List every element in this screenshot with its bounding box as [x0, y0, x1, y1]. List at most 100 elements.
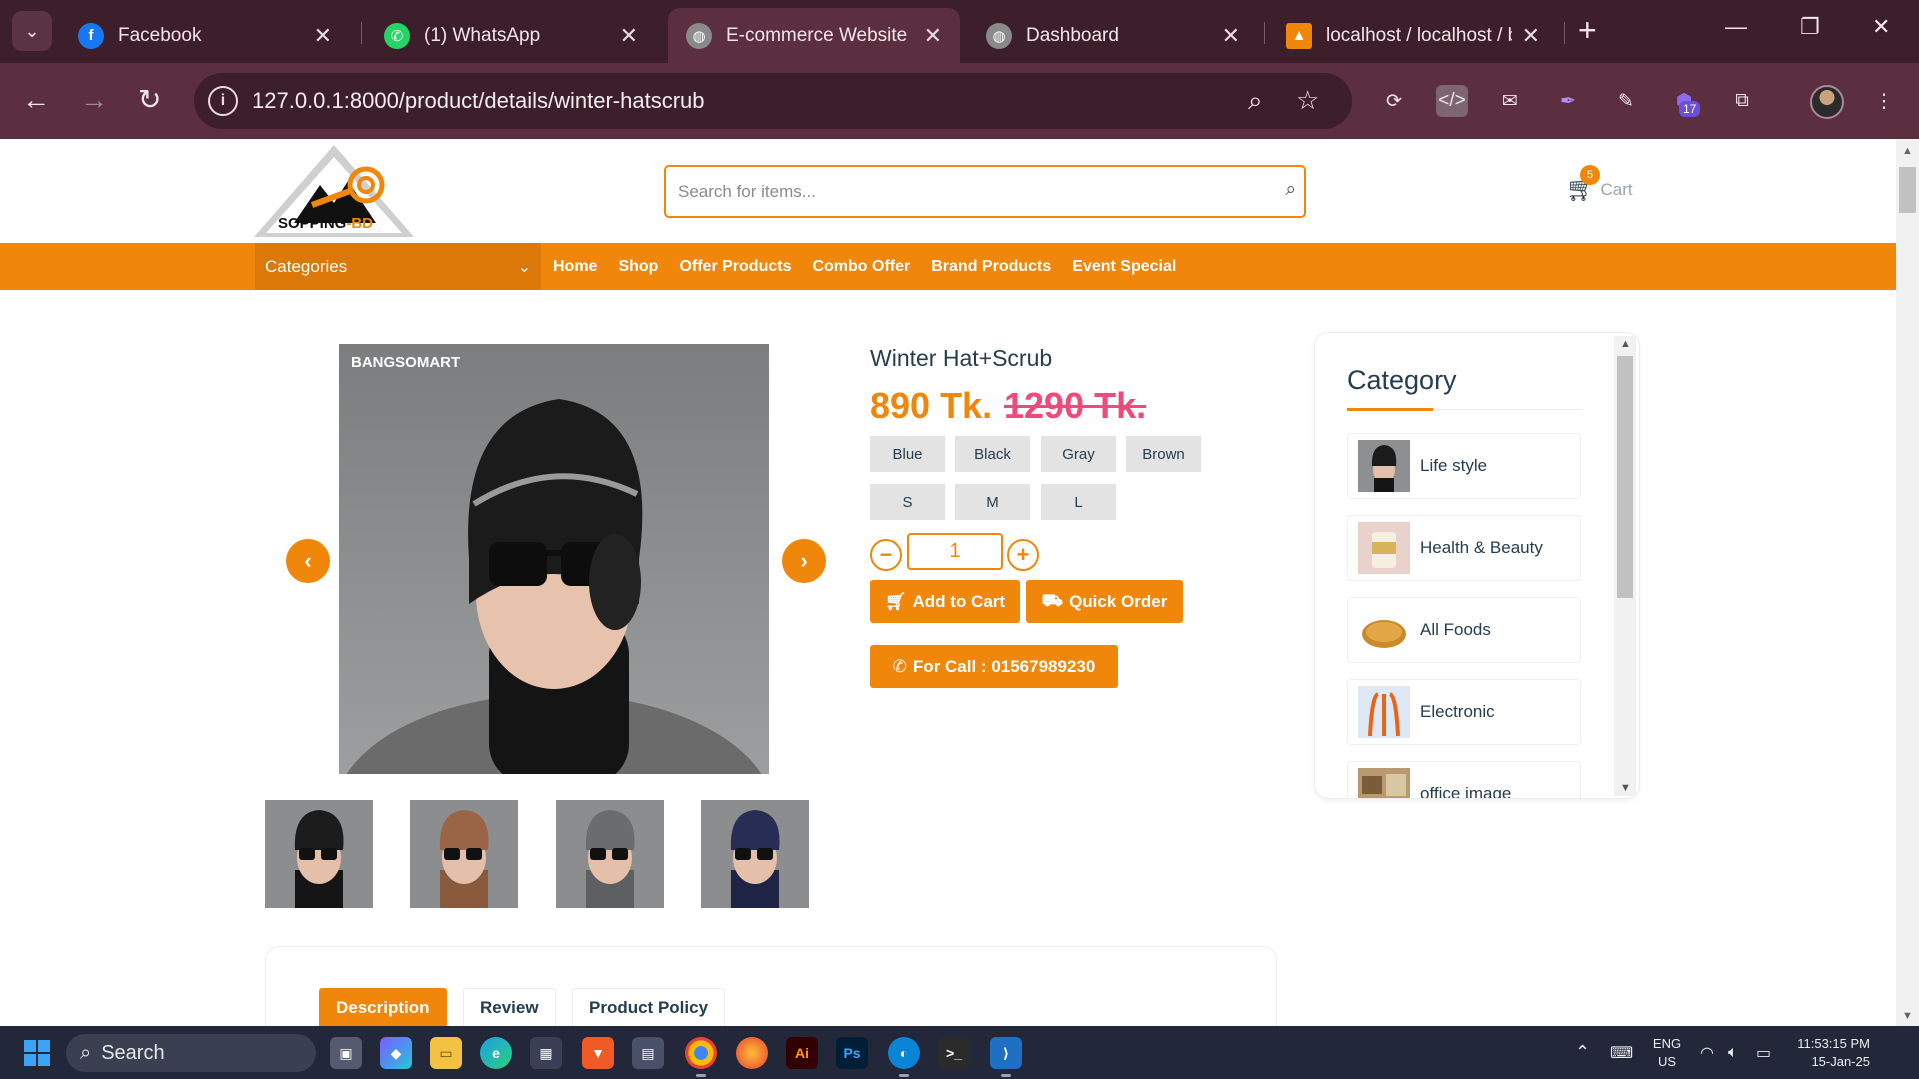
start-button[interactable]: [24, 1040, 50, 1066]
categories-dropdown[interactable]: Categories ⌄: [255, 243, 541, 290]
size-option-s[interactable]: S: [870, 484, 945, 520]
system-clock[interactable]: 11:53:15 PM 15-Jan-25: [1790, 1035, 1870, 1071]
tab-whatsapp[interactable]: ✆ (1) WhatsApp ✕: [366, 8, 656, 63]
tab-dashboard[interactable]: ◍ Dashboard ✕: [968, 8, 1258, 63]
address-bar[interactable]: i 127.0.0.1:8000/product/details/winter-…: [194, 73, 1352, 129]
tab-product-policy[interactable]: Product Policy: [572, 988, 726, 1026]
chrome-icon[interactable]: [685, 1037, 717, 1077]
category-item-health-beauty[interactable]: Health & Beauty: [1347, 515, 1581, 581]
nav-home[interactable]: Home: [553, 258, 597, 276]
quick-order-button[interactable]: ⛟ Quick Order: [1026, 580, 1183, 623]
tab-search-button[interactable]: ⌄: [12, 11, 52, 51]
quantity-decrease-button[interactable]: −: [870, 539, 902, 571]
page-scrollbar[interactable]: ▲ ▼: [1896, 139, 1919, 1026]
copilot-icon[interactable]: ◆: [380, 1037, 412, 1069]
sync-extension-icon[interactable]: ⟳: [1378, 85, 1410, 117]
category-scrollbar[interactable]: ▲ ▼: [1614, 336, 1636, 796]
size-option-l[interactable]: L: [1041, 484, 1116, 520]
color-option-blue[interactable]: Blue: [870, 436, 945, 472]
close-tab-icon[interactable]: ✕: [620, 23, 638, 49]
tab-review[interactable]: Review: [463, 988, 556, 1026]
volume-icon[interactable]: 🔈︎: [1728, 1026, 1738, 1079]
nav-offer-products[interactable]: Offer Products: [679, 258, 791, 276]
thumbnail-gray[interactable]: [556, 800, 664, 908]
terminal-icon[interactable]: >_: [938, 1037, 970, 1069]
nav-combo-offer[interactable]: Combo Offer: [812, 258, 910, 276]
site-info-icon[interactable]: i: [208, 86, 238, 116]
thumbnail-navy[interactable]: [701, 800, 809, 908]
thumbnail-brown[interactable]: [410, 800, 518, 908]
file-explorer-icon[interactable]: ▭: [430, 1037, 462, 1069]
edge-icon[interactable]: e: [480, 1037, 512, 1069]
forward-button[interactable]: →: [80, 83, 108, 117]
office-image-thumbnail: [1358, 768, 1410, 798]
mail-extension-icon[interactable]: ✉: [1494, 85, 1526, 117]
cart-link[interactable]: 🛒︎ 5 Cart: [1566, 165, 1633, 204]
feather-extension-icon[interactable]: ✒: [1552, 85, 1584, 117]
search-icon[interactable]: ⌕: [1285, 179, 1296, 201]
illustrator-icon[interactable]: Ai: [786, 1037, 818, 1069]
add-to-cart-button[interactable]: 🛒︎ Add to Cart: [870, 580, 1020, 623]
nav-event-special[interactable]: Event Special: [1072, 258, 1176, 276]
health-beauty-thumbnail: [1358, 522, 1410, 574]
nav-brand-products[interactable]: Brand Products: [931, 258, 1051, 276]
photoshop-icon[interactable]: Ps: [836, 1037, 868, 1069]
category-item-electronic[interactable]: Electronic: [1347, 679, 1581, 745]
firefox-icon[interactable]: [736, 1037, 768, 1069]
bookmark-star-icon[interactable]: ☆: [1296, 85, 1319, 116]
color-option-gray[interactable]: Gray: [1041, 436, 1116, 472]
store-icon[interactable]: ▦: [530, 1037, 562, 1069]
code-extension-icon[interactable]: </>: [1436, 85, 1468, 117]
tab-facebook[interactable]: f Facebook ✕: [60, 8, 350, 63]
tab-ecommerce[interactable]: ◍ E-commerce Website ✕: [668, 8, 960, 63]
menu-dots-icon[interactable]: ⋮: [1868, 85, 1900, 117]
taskbar-search[interactable]: ⌕ Search: [66, 1034, 316, 1072]
call-button[interactable]: ✆ For Call : 01567989230: [870, 645, 1118, 688]
close-tab-icon[interactable]: ✕: [924, 23, 942, 49]
tray-overflow-icon[interactable]: ⌃: [1575, 1026, 1590, 1079]
image-watermark: BANGSOMART: [351, 354, 461, 371]
category-item-office-image[interactable]: office image: [1347, 761, 1581, 798]
display-app-icon[interactable]: ▤: [632, 1037, 664, 1069]
close-tab-icon[interactable]: ✕: [314, 23, 332, 49]
url-text[interactable]: 127.0.0.1:8000/product/details/winter-ha…: [252, 88, 705, 114]
close-tab-icon[interactable]: ✕: [1222, 23, 1240, 49]
tab-description[interactable]: Description: [319, 988, 447, 1026]
vscode-icon[interactable]: ⟩: [990, 1037, 1022, 1077]
restore-button[interactable]: ❐: [1800, 14, 1820, 40]
tab-phpmyadmin[interactable]: ▲ localhost / localhost / b ✕: [1268, 8, 1558, 63]
language-indicator[interactable]: ENG US: [1650, 1035, 1684, 1071]
keyboard-icon[interactable]: ⌨: [1610, 1026, 1633, 1079]
zoom-icon[interactable]: ⌕: [1248, 85, 1263, 117]
brave-icon[interactable]: ▼: [582, 1037, 614, 1069]
back-button[interactable]: ←: [22, 83, 50, 117]
quantity-input[interactable]: [907, 533, 1003, 570]
minimize-button[interactable]: —: [1725, 14, 1747, 40]
close-tab-icon[interactable]: ✕: [1522, 23, 1540, 49]
color-option-black[interactable]: Black: [955, 436, 1030, 472]
size-option-m[interactable]: M: [955, 484, 1030, 520]
eyedropper-extension-icon[interactable]: ✎: [1610, 85, 1642, 117]
category-item-life-style[interactable]: Life style: [1347, 433, 1581, 499]
reload-button[interactable]: ↻: [138, 83, 161, 117]
battery-icon[interactable]: ▭: [1756, 1026, 1771, 1079]
wifi-icon[interactable]: ◠: [1700, 1026, 1714, 1079]
quantity-increase-button[interactable]: +: [1007, 539, 1039, 571]
category-item-all-foods[interactable]: All Foods: [1347, 597, 1581, 663]
profile-avatar[interactable]: [1810, 85, 1844, 119]
category-label: Health & Beauty: [1420, 538, 1543, 557]
close-window-button[interactable]: ✕: [1872, 14, 1890, 40]
search-input[interactable]: [678, 178, 1238, 206]
prev-image-button[interactable]: ‹: [286, 539, 330, 583]
color-option-brown[interactable]: Brown: [1126, 436, 1201, 472]
category-heading: Category: [1347, 365, 1457, 395]
new-tab-button[interactable]: +: [1578, 14, 1597, 46]
thumbnail-black[interactable]: [265, 800, 373, 908]
nav-shop[interactable]: Shop: [618, 258, 658, 276]
extensions-puzzle-icon[interactable]: ⧉: [1726, 85, 1758, 117]
task-view-icon[interactable]: ▣: [330, 1037, 362, 1069]
browser-toolbar: ← → ↻ i 127.0.0.1:8000/product/details/w…: [0, 63, 1919, 139]
category-label: All Foods: [1420, 620, 1491, 639]
next-image-button[interactable]: ›: [782, 539, 826, 583]
app-icon[interactable]: ◐: [888, 1037, 920, 1077]
